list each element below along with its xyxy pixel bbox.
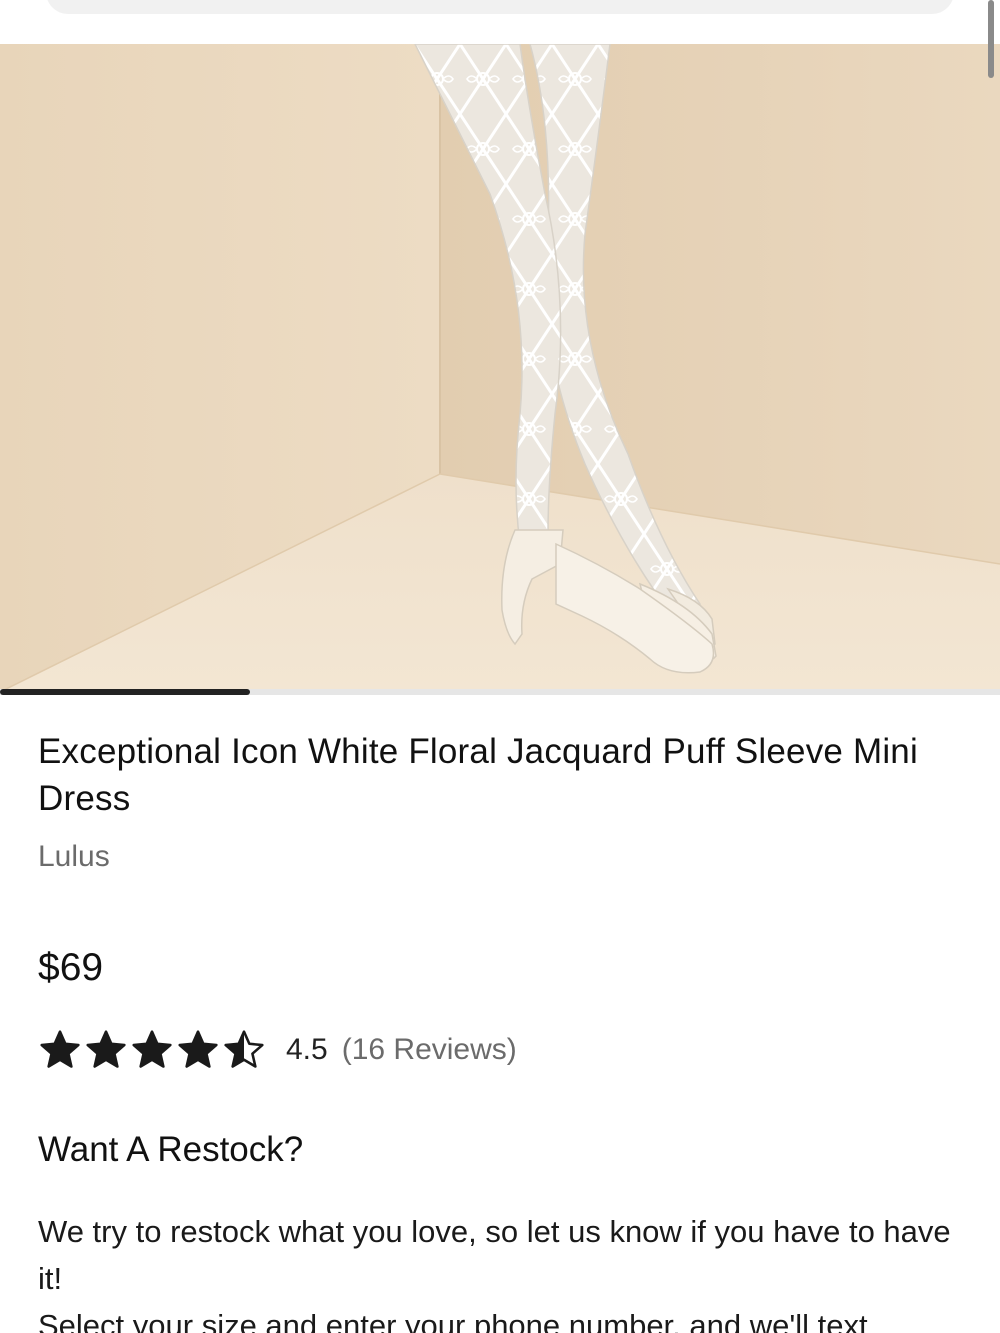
- star-full-icon: [40, 1030, 80, 1068]
- image-carousel-progress: [0, 689, 1000, 695]
- product-image[interactable]: [0, 44, 1000, 692]
- star-full-icon: [132, 1030, 172, 1068]
- star-full-icon: [178, 1030, 218, 1068]
- brand-link[interactable]: Lulus: [38, 840, 110, 874]
- product-price: $69: [38, 946, 104, 989]
- restock-description: We try to restock what you love, so let …: [38, 1208, 968, 1333]
- carousel-progress-fill: [0, 689, 250, 695]
- star-rating: [38, 1028, 268, 1072]
- restock-paragraph: We try to restock what you love, so let …: [38, 1214, 951, 1296]
- review-count-link[interactable]: (16 Reviews): [342, 1033, 517, 1067]
- star-half-icon: [224, 1030, 264, 1068]
- rating-summary[interactable]: 4.5 (16 Reviews): [38, 1026, 517, 1074]
- top-bar: [0, 0, 1000, 44]
- product-photo: [0, 44, 1000, 692]
- scrollbar[interactable]: [988, 0, 994, 78]
- product-page: Exceptional Icon White Floral Jacquard P…: [0, 0, 1000, 1333]
- search-bar[interactable]: [46, 0, 954, 14]
- product-title: Exceptional Icon White Floral Jacquard P…: [38, 732, 918, 818]
- rating-value: 4.5: [286, 1033, 328, 1066]
- restock-heading: Want A Restock?: [38, 1130, 304, 1169]
- restock-paragraph: Select your size and enter your phone nu…: [38, 1308, 868, 1333]
- star-full-icon: [86, 1030, 126, 1068]
